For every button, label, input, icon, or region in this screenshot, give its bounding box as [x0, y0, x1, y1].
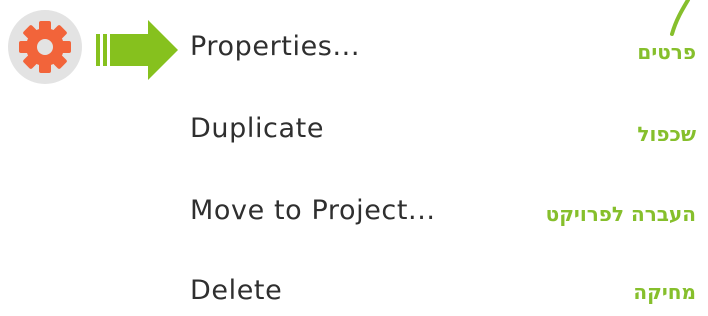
context-menu-tutorial: Properties... Duplicate Move to Project.… [0, 0, 708, 316]
menu-item-properties[interactable]: Properties... [190, 25, 360, 69]
annotation-duplicate: שכפול [637, 122, 696, 146]
arrow-right-icon [96, 20, 178, 80]
decorative-stroke [664, 0, 694, 36]
annotation-delete: מחיקה [633, 280, 696, 304]
menu-item-move-to-project[interactable]: Move to Project... [190, 189, 436, 233]
menu-item-duplicate[interactable]: Duplicate [190, 107, 324, 151]
annotation-move-to-project: העברה לפרויקט [545, 202, 696, 226]
menu-item-delete[interactable]: Delete [190, 269, 282, 313]
gear-icon [8, 10, 82, 84]
annotation-properties: פרטים [637, 40, 696, 64]
